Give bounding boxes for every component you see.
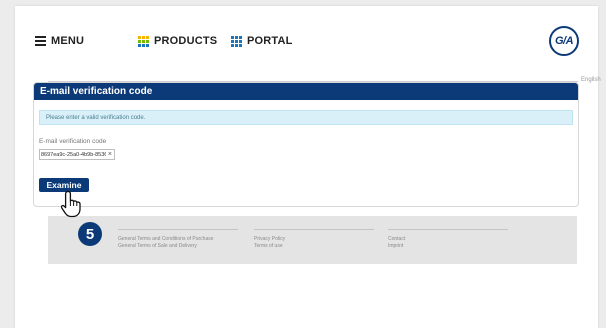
field-label: E-mail verification code (39, 138, 107, 145)
products-link[interactable]: PRODUCTS (138, 35, 217, 47)
logo-text: G/A (554, 35, 574, 47)
footer-link-privacy[interactable]: Privacy Policy (254, 236, 374, 243)
panel-title: E-mail verification code (34, 83, 578, 100)
footer-link-contact[interactable]: Contact (388, 236, 508, 243)
footer-link-terms-purchase[interactable]: General Terms and Conditions of Purchase (118, 236, 238, 243)
language-switch[interactable]: English (581, 77, 601, 83)
footer-col-contact: Contact Imprint (388, 229, 508, 250)
verification-panel: E-mail verification code Please enter a … (33, 82, 579, 207)
hamburger-icon (35, 36, 46, 46)
clear-icon[interactable]: × (106, 151, 114, 158)
portal-grid-icon (231, 35, 242, 47)
footer-link-terms-sale[interactable]: General Terms of Sale and Delivery (118, 243, 238, 250)
gfa-logo[interactable]: G/A (549, 26, 579, 56)
verification-code-value: 8697ea9c-25a0-4b9b-8536-3f (41, 151, 106, 158)
footer-col-privacy: Privacy Policy Terms of use (254, 229, 374, 250)
portal-link[interactable]: PORTAL (231, 35, 293, 47)
menu-button[interactable]: MENU (35, 35, 84, 47)
step-number-badge: 5 (78, 222, 102, 246)
footer-link-imprint[interactable]: Imprint (388, 243, 508, 250)
products-label: PRODUCTS (154, 35, 218, 47)
footer-col-legal: General Terms and Conditions of Purchase… (118, 229, 238, 250)
pointer-hand-icon (60, 190, 81, 218)
alert-message: Please enter a valid verification code. (39, 110, 573, 125)
menu-label: MENU (51, 35, 85, 47)
footer-link-terms-use[interactable]: Terms of use (254, 243, 374, 250)
portal-label: PORTAL (247, 35, 293, 47)
products-grid-icon (138, 35, 149, 47)
verification-code-input[interactable]: 8697ea9c-25a0-4b9b-8536-3f × (39, 149, 115, 160)
footer: General Terms and Conditions of Purchase… (48, 216, 577, 264)
